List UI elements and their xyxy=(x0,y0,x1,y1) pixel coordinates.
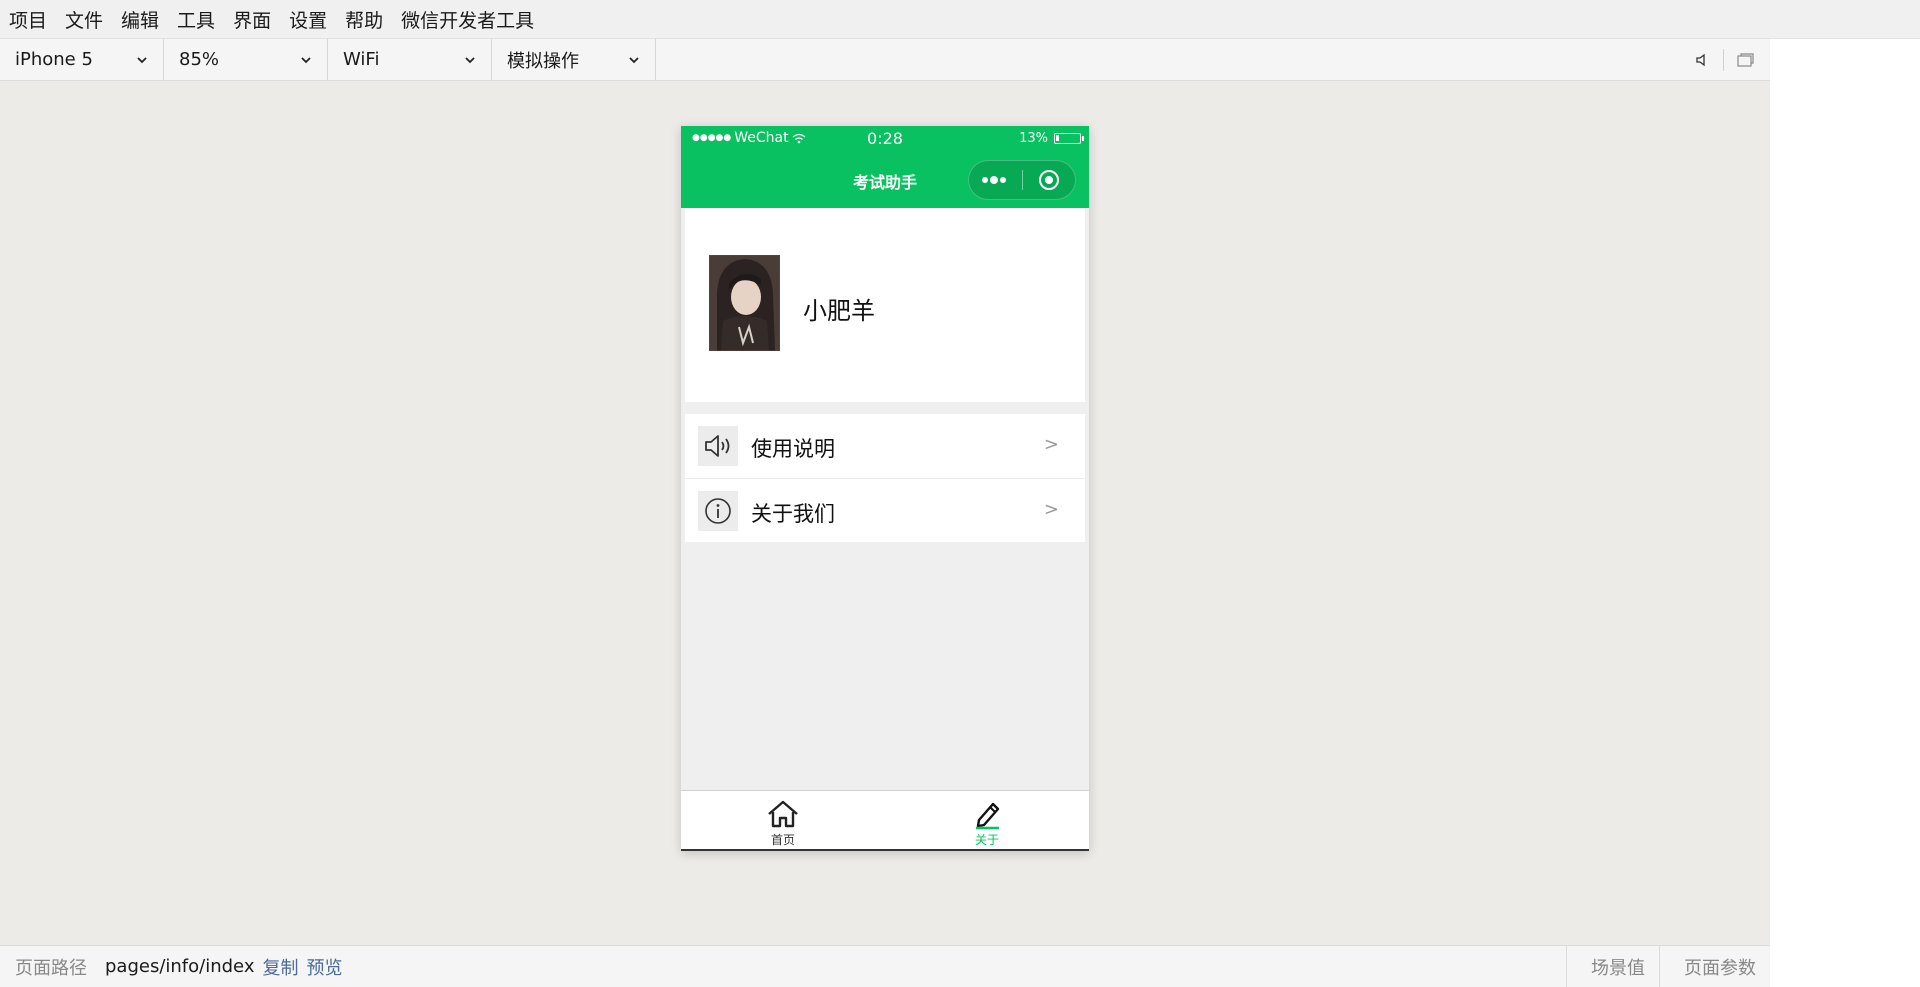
close-target-icon xyxy=(1038,170,1059,190)
tab-label: 关于 xyxy=(974,833,999,847)
more-button[interactable] xyxy=(969,161,1022,199)
device-select-value: iPhone 5 xyxy=(15,49,93,70)
page-path-value: pages/info/index xyxy=(105,956,255,977)
page-path-bar: 页面路径 pages/info/index 复制 预览 场景值 页面参数 xyxy=(0,945,1770,987)
phone-simulator: ●●●●● WeChat 0:28 13% 考试助手 小肥羊 使用说明 > 关于… xyxy=(681,126,1089,851)
menu-project[interactable]: 项目 xyxy=(0,0,56,38)
avatar-image xyxy=(709,255,780,351)
tab-home[interactable]: 首页 xyxy=(681,791,885,849)
zoom-select[interactable]: 85% xyxy=(164,39,328,80)
username: 小肥羊 xyxy=(803,297,875,325)
menu-tools[interactable]: 工具 xyxy=(168,0,224,38)
profile-card: 小肥羊 xyxy=(685,208,1085,402)
toolbar-divider xyxy=(1723,48,1724,71)
list-item-label: 使用说明 xyxy=(751,437,835,461)
scene-value-button[interactable]: 场景值 xyxy=(1566,946,1659,987)
menu-interface[interactable]: 界面 xyxy=(224,0,280,38)
list-item-about-us[interactable]: 关于我们 > xyxy=(685,478,1085,542)
menu-list: 使用说明 > 关于我们 > xyxy=(685,414,1085,542)
home-icon xyxy=(768,800,798,828)
battery-percent: 13% xyxy=(1019,131,1048,146)
operation-select[interactable]: 模拟操作 xyxy=(492,39,656,80)
menu-settings[interactable]: 设置 xyxy=(280,0,336,38)
window-icon[interactable] xyxy=(1730,45,1760,75)
simulator-stage: ●●●●● WeChat 0:28 13% 考试助手 小肥羊 使用说明 > 关于… xyxy=(0,81,1770,945)
list-item-label: 关于我们 xyxy=(751,502,835,526)
zoom-select-value: 85% xyxy=(179,49,220,70)
path-bar-right: 场景值 页面参数 xyxy=(1566,946,1770,987)
more-dots-icon xyxy=(982,176,1007,184)
chevron-down-icon xyxy=(465,56,475,63)
chevron-right-icon: > xyxy=(1043,499,1059,520)
tab-bar: 首页 关于 xyxy=(681,790,1089,851)
page-params-button[interactable]: 页面参数 xyxy=(1659,946,1770,987)
status-right: 13% xyxy=(1019,131,1084,146)
operation-select-value: 模拟操作 xyxy=(507,50,579,72)
chevron-down-icon xyxy=(301,56,311,63)
page-path-label: 页面路径 xyxy=(15,957,87,979)
toolbar-right-actions xyxy=(1687,39,1770,80)
speaker-icon[interactable] xyxy=(1687,45,1717,75)
network-select[interactable]: WiFi xyxy=(328,39,492,80)
menu-bar: 项目 文件 编辑 工具 界面 设置 帮助 微信开发者工具 xyxy=(0,0,1920,39)
battery-icon xyxy=(1054,133,1084,144)
toolbar: iPhone 5 85% WiFi 模拟操作 xyxy=(0,39,1770,81)
phone-status-bar: ●●●●● WeChat 0:28 13% xyxy=(681,126,1089,152)
preview-link[interactable]: 预览 xyxy=(306,954,342,980)
edit-icon xyxy=(976,802,1000,830)
capsule-menu xyxy=(968,160,1076,200)
menu-edit[interactable]: 编辑 xyxy=(112,0,168,38)
close-button[interactable] xyxy=(1022,161,1075,199)
copy-link[interactable]: 复制 xyxy=(262,954,298,980)
chevron-right-icon: > xyxy=(1043,434,1059,455)
tab-about[interactable]: 关于 xyxy=(885,791,1089,849)
chevron-down-icon xyxy=(629,56,639,63)
tab-label: 首页 xyxy=(770,833,795,847)
menu-help[interactable]: 帮助 xyxy=(336,0,392,38)
network-select-value: WiFi xyxy=(343,49,380,70)
menu-file[interactable]: 文件 xyxy=(56,0,112,38)
chevron-down-icon xyxy=(137,56,147,63)
info-icon xyxy=(698,491,738,531)
phone-nav-bar: 考试助手 xyxy=(681,152,1089,208)
avatar[interactable] xyxy=(709,255,780,351)
list-item-instructions[interactable]: 使用说明 > xyxy=(685,414,1085,478)
right-gutter xyxy=(1770,39,1920,987)
battery-level xyxy=(1056,135,1059,141)
menu-devtools[interactable]: 微信开发者工具 xyxy=(392,0,543,38)
device-select[interactable]: iPhone 5 xyxy=(0,39,164,80)
speaker-icon xyxy=(698,426,738,466)
